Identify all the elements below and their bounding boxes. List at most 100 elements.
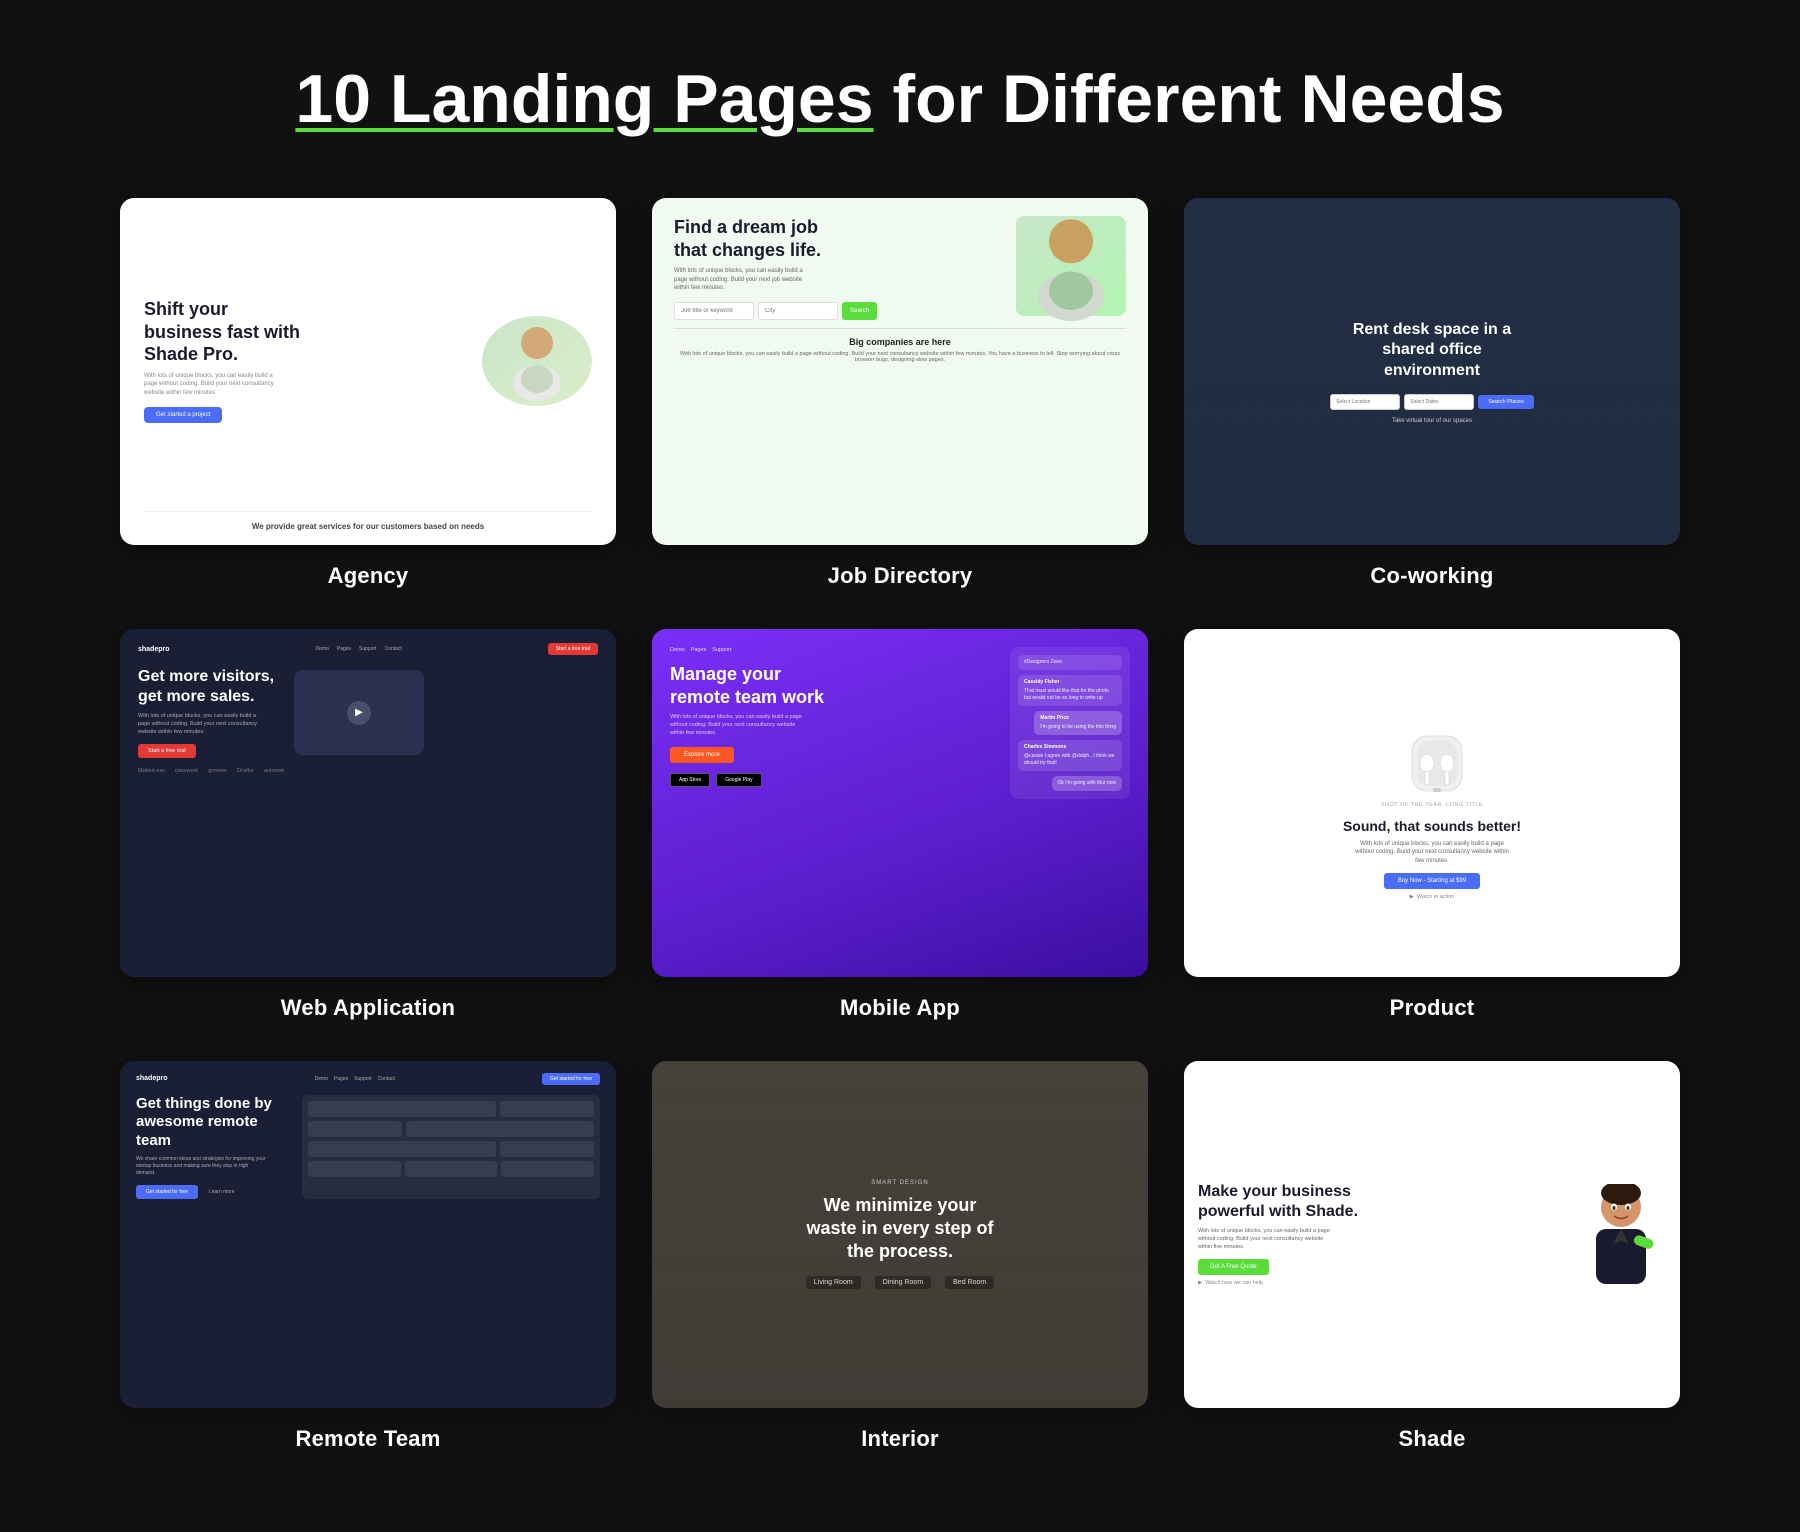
agency-person-image (482, 316, 592, 406)
interior-tag: SMART DESIGN (871, 1180, 928, 1186)
remote-primary-btn[interactable]: Get started for free (136, 1185, 198, 1199)
jobdir-subtext: With lots of unique blocks, you can easi… (674, 267, 814, 292)
cowork-search[interactable]: Search Places (1330, 394, 1533, 410)
remote-ctas: Get started for free Learn more (136, 1185, 286, 1199)
shade-watch-icon: ▶ (1198, 1280, 1202, 1286)
mobileapp-subtext: With lots of unique blocks, you can easi… (670, 714, 810, 737)
page-wrapper: 10 Landing Pages for Different Needs Shi… (0, 0, 1800, 1532)
interior-headline: We minimize your waste in every step of … (800, 1194, 1000, 1264)
agency-label: Agency (328, 563, 409, 589)
mobileapp-preview: Demo Pages Support Manage your remote te… (652, 629, 1148, 976)
remote-dash-block4 (406, 1121, 594, 1137)
room-living: Living Room (806, 1276, 861, 1289)
cards-grid: Shift your business fast with Shade Pro.… (120, 198, 1680, 1452)
jobdir-search-btn[interactable]: Search (842, 302, 877, 320)
remote-dash-block1 (308, 1101, 496, 1117)
cowork-label: Co-working (1370, 563, 1493, 589)
remote-dash-block5 (308, 1141, 496, 1157)
cowork-search-btn[interactable]: Search Places (1478, 395, 1533, 409)
jobdir-preview: Find a dream job that changes life. With… (652, 198, 1148, 545)
webapp-nav-support: Support (359, 646, 377, 652)
shade-cta-btn[interactable]: Get A Free Quote (1198, 1259, 1269, 1275)
card-coworking[interactable]: Rent desk space in a shared office envir… (1184, 198, 1680, 589)
logo-greener: greener (208, 768, 227, 774)
remote-nav-demo: Demo (315, 1076, 328, 1082)
remote-nav-links: Demo Pages Support Contact (315, 1076, 395, 1082)
mobileapp-explore-btn[interactable]: Explore more (670, 747, 734, 763)
cowork-dates-input[interactable] (1404, 394, 1474, 410)
chat-user2: Martin Price (1040, 715, 1116, 722)
agency-preview: Shift your business fast with Shade Pro.… (120, 198, 616, 545)
product-buy-btn[interactable]: Buy Now - Starting at $99 (1384, 873, 1480, 889)
product-eyebrow: SHOT OF THE YEAR, LONG TITLE (1381, 802, 1483, 810)
mobileapp-nav-links: Demo Pages Support (670, 647, 732, 653)
product-watch-text[interactable]: Watch in action (1417, 894, 1454, 900)
webapp-cta-btn[interactable]: Start a free trial (138, 744, 196, 758)
remote-dash-row2 (308, 1121, 594, 1137)
card-job-directory[interactable]: Find a dream job that changes life. With… (652, 198, 1148, 589)
card-mobileapp[interactable]: Demo Pages Support Manage your remote te… (652, 629, 1148, 1020)
appstore-btn[interactable]: App Store (670, 773, 710, 787)
jobdir-search[interactable]: Search (674, 302, 877, 320)
remote-nav-logo: shadepro (136, 1075, 168, 1082)
chat-hashtag: #Designers Zone (1018, 655, 1122, 670)
shade-person-svg (1566, 1184, 1656, 1284)
remote-nav-contact: Contact (378, 1076, 395, 1082)
mobileapp-chat: #Designers Zone Cassidy Fisher That must… (1010, 647, 1130, 799)
agency-person-svg (497, 321, 577, 401)
interior-preview: SMART DESIGN We minimize your waste in e… (652, 1061, 1148, 1408)
room-bed: Bed Room (945, 1276, 994, 1289)
product-label: Product (1390, 995, 1475, 1021)
webapp-text: Get more visitors, get more sales. With … (138, 667, 278, 758)
interior-rooms: Living Room Dining Room Bed Room (806, 1276, 994, 1289)
product-watch-icon: ▶ (1410, 894, 1414, 900)
shade-watch-text[interactable]: Watch how we can help (1205, 1280, 1263, 1286)
webapp-preview: shadepro Demo Pages Support Contact Star… (120, 629, 616, 976)
agency-text: Shift your business fast with Shade Pro.… (144, 298, 304, 423)
agency-hero: Shift your business fast with Shade Pro.… (144, 220, 592, 501)
chat-msg1: Cassidy Fisher That must would like that… (1018, 675, 1122, 706)
product-watch: ▶ Watch in action (1410, 894, 1455, 900)
webapp-play-btn[interactable]: ▶ (347, 701, 371, 725)
jobdir-person-svg (1016, 211, 1126, 321)
remote-dash-block6 (500, 1141, 594, 1157)
agency-cta-btn[interactable]: Get started a project (144, 407, 222, 423)
chat-hashtag-text: #Designers Zone (1024, 659, 1062, 665)
page-title: 10 Landing Pages for Different Needs (120, 60, 1680, 138)
remote-hero: Get things done by awesome remote team W… (136, 1095, 600, 1199)
webapp-nav-contact: Contact (385, 646, 402, 652)
remote-secondary-btn[interactable]: Learn more (203, 1185, 241, 1199)
page-header: 10 Landing Pages for Different Needs (120, 60, 1680, 138)
remote-dash-block3 (308, 1121, 402, 1137)
webapp-headline: Get more visitors, get more sales. (138, 667, 278, 707)
webapp-subtext: With lots of unique blocks, you can easi… (138, 713, 268, 736)
remote-dash-block2 (500, 1101, 594, 1117)
agency-subtext: With lots of unique blocks, you can easi… (144, 372, 284, 397)
jobdir-search-input1[interactable] (674, 302, 754, 320)
card-remote-team[interactable]: shadepro Demo Pages Support Contact Get … (120, 1061, 616, 1452)
cowork-location-input[interactable] (1330, 394, 1400, 410)
jobdir-footer-text: With lots of unique blocks, you can easi… (674, 351, 1126, 363)
card-product[interactable]: SHOT OF THE YEAR, LONG TITLE Sound, that… (1184, 629, 1680, 1020)
remote-nav-cta-btn[interactable]: Get started for free (542, 1073, 600, 1085)
chat-user3: Charles Simmons (1024, 744, 1116, 751)
card-shade[interactable]: Make your business powerful with Shade. … (1184, 1061, 1680, 1452)
chat-user1: Cassidy Fisher (1024, 679, 1116, 686)
webapp-logo-strip: MakerLess casework greener Draftor autom… (138, 768, 598, 774)
logo-makerless: MakerLess (138, 768, 165, 774)
mobileapp-nav-demo: Demo (670, 647, 685, 653)
shade-label: Shade (1398, 1426, 1465, 1452)
agency-footer: We provide great services for our custom… (144, 511, 592, 531)
webapp-nav-pages: Pages (337, 646, 351, 652)
remote-dashboard (302, 1095, 600, 1199)
googleplay-btn[interactable]: Google Play (716, 773, 761, 787)
mobileapp-left: Demo Pages Support Manage your remote te… (670, 647, 996, 787)
airpods-svg (1362, 706, 1502, 796)
cowork-preview: Rent desk space in a shared office envir… (1184, 198, 1680, 545)
card-agency[interactable]: Shift your business fast with Shade Pro.… (120, 198, 616, 589)
webapp-nav-cta[interactable]: Start a free trial (548, 643, 598, 655)
shade-text: Make your business powerful with Shade. … (1198, 1182, 1542, 1286)
jobdir-search-input2[interactable] (758, 302, 838, 320)
card-interior[interactable]: SMART DESIGN We minimize your waste in e… (652, 1061, 1148, 1452)
card-webapp[interactable]: shadepro Demo Pages Support Contact Star… (120, 629, 616, 1020)
